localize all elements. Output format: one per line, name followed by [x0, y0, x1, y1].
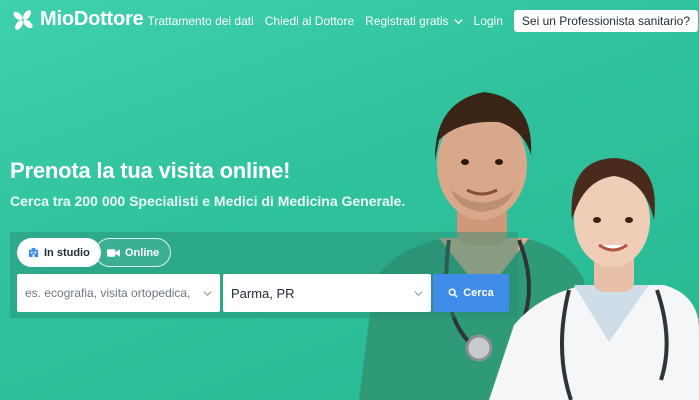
- specialty-search-input[interactable]: es. ecografia, visita ortopedica, TAC: [17, 274, 220, 312]
- brand-name: MioDottore: [40, 8, 144, 30]
- top-navbar: MioDottore Trattamento dei dati Chiedi a…: [0, 0, 699, 40]
- specialty-placeholder: es. ecografia, visita ortopedica, TAC: [25, 286, 194, 300]
- nav-link-privacy[interactable]: Trattamento dei dati: [147, 14, 253, 28]
- search-button-label: Cerca: [463, 287, 494, 299]
- nav-link-label: Registrati gratis: [365, 14, 449, 28]
- chevron-down-icon: [414, 291, 423, 297]
- tab-label: Online: [125, 246, 160, 259]
- video-camera-icon: [107, 248, 120, 257]
- tab-online[interactable]: Online: [95, 238, 172, 267]
- nav-link-ask-doctor[interactable]: Chiedi al Dottore: [265, 14, 354, 28]
- tab-in-studio[interactable]: In studio: [17, 238, 101, 267]
- nav-link-register[interactable]: Registrati gratis: [365, 14, 463, 28]
- logo-icon: [13, 9, 33, 30]
- nav-link-label: Trattamento dei dati: [147, 14, 254, 28]
- logo[interactable]: MioDottore: [11, 8, 144, 31]
- chevron-down-icon: [453, 18, 463, 24]
- hospital-icon: [28, 247, 39, 258]
- nav-menu: Trattamento dei dati Chiedi al Dottore R…: [147, 10, 699, 32]
- search-button[interactable]: Cerca: [433, 274, 509, 312]
- hero-subtitle: Cerca tra 200 000 Specialisti e Medici d…: [10, 193, 406, 209]
- chevron-down-icon: [203, 291, 212, 297]
- hero-title: Prenota la tua visita online!: [10, 158, 291, 183]
- nav-link-label: Chiedi al Dottore: [264, 14, 355, 28]
- professional-button[interactable]: Sei un Professionista sanitario?: [513, 10, 698, 32]
- location-value: Parma, PR: [231, 285, 295, 301]
- nav-link-login[interactable]: Login: [474, 14, 503, 28]
- search-panel: In studio Online es. ecografia, visita o…: [10, 232, 518, 318]
- search-icon: [448, 288, 458, 298]
- tab-label: In studio: [44, 246, 90, 259]
- location-input[interactable]: Parma, PR: [223, 274, 431, 312]
- nav-link-label: Login: [473, 14, 503, 28]
